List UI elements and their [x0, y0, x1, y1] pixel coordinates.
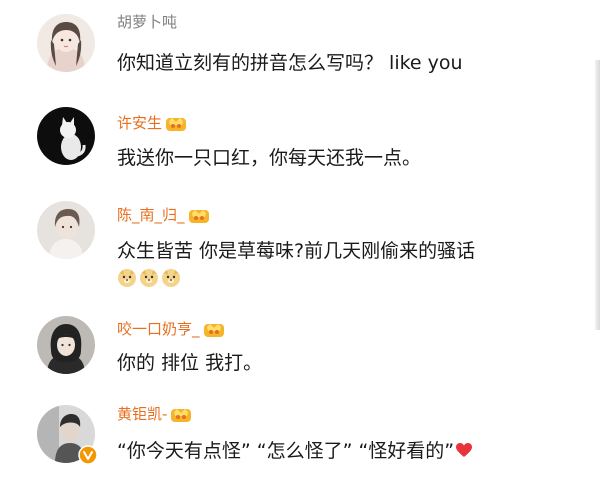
username[interactable]: 胡萝卜吨: [117, 12, 177, 32]
username[interactable]: 陈_南_归_: [117, 205, 185, 225]
doge-emoji-icon: [161, 268, 181, 288]
comment-text: 你知道立刻有的拼音怎么写吗？ like you: [117, 52, 463, 74]
comment-text: 我送你一只口红，你每天还我一点。: [117, 147, 422, 169]
vip-crown-icon: [165, 115, 187, 132]
comment-body: “你今天有点怪” “怎么怪了” “怪好看的”: [117, 439, 473, 463]
comment-text: 众生皆苦 你是草莓味?前几天刚偷来的骚话: [117, 240, 476, 262]
username[interactable]: 咬一口奶亨_: [117, 319, 200, 339]
vip-crown-icon: [188, 207, 210, 224]
comment-text: 你的 排位 我打。: [117, 352, 263, 374]
doge-emoji-icon: [139, 268, 159, 288]
comment-list: 胡萝卜吨 你知道立刻有的拼音怎么写吗？ like you 许安生 我送你一只口红…: [0, 0, 600, 496]
avatar[interactable]: [37, 201, 95, 259]
vip-crown-icon: [170, 406, 192, 423]
verified-badge-icon: [78, 445, 98, 465]
avatar[interactable]: [37, 316, 95, 374]
emoji-row: [117, 268, 181, 288]
heart-icon: [456, 443, 473, 457]
username[interactable]: 黄钜凯-: [117, 404, 167, 424]
vip-crown-icon: [203, 321, 225, 338]
username[interactable]: 许安生: [117, 113, 162, 133]
avatar[interactable]: [37, 107, 95, 165]
avatar[interactable]: [37, 14, 95, 72]
device-edge: [595, 60, 600, 330]
comment-text: “你今天有点怪” “怎么怪了” “怪好看的”: [117, 440, 455, 462]
doge-emoji-icon: [117, 268, 137, 288]
